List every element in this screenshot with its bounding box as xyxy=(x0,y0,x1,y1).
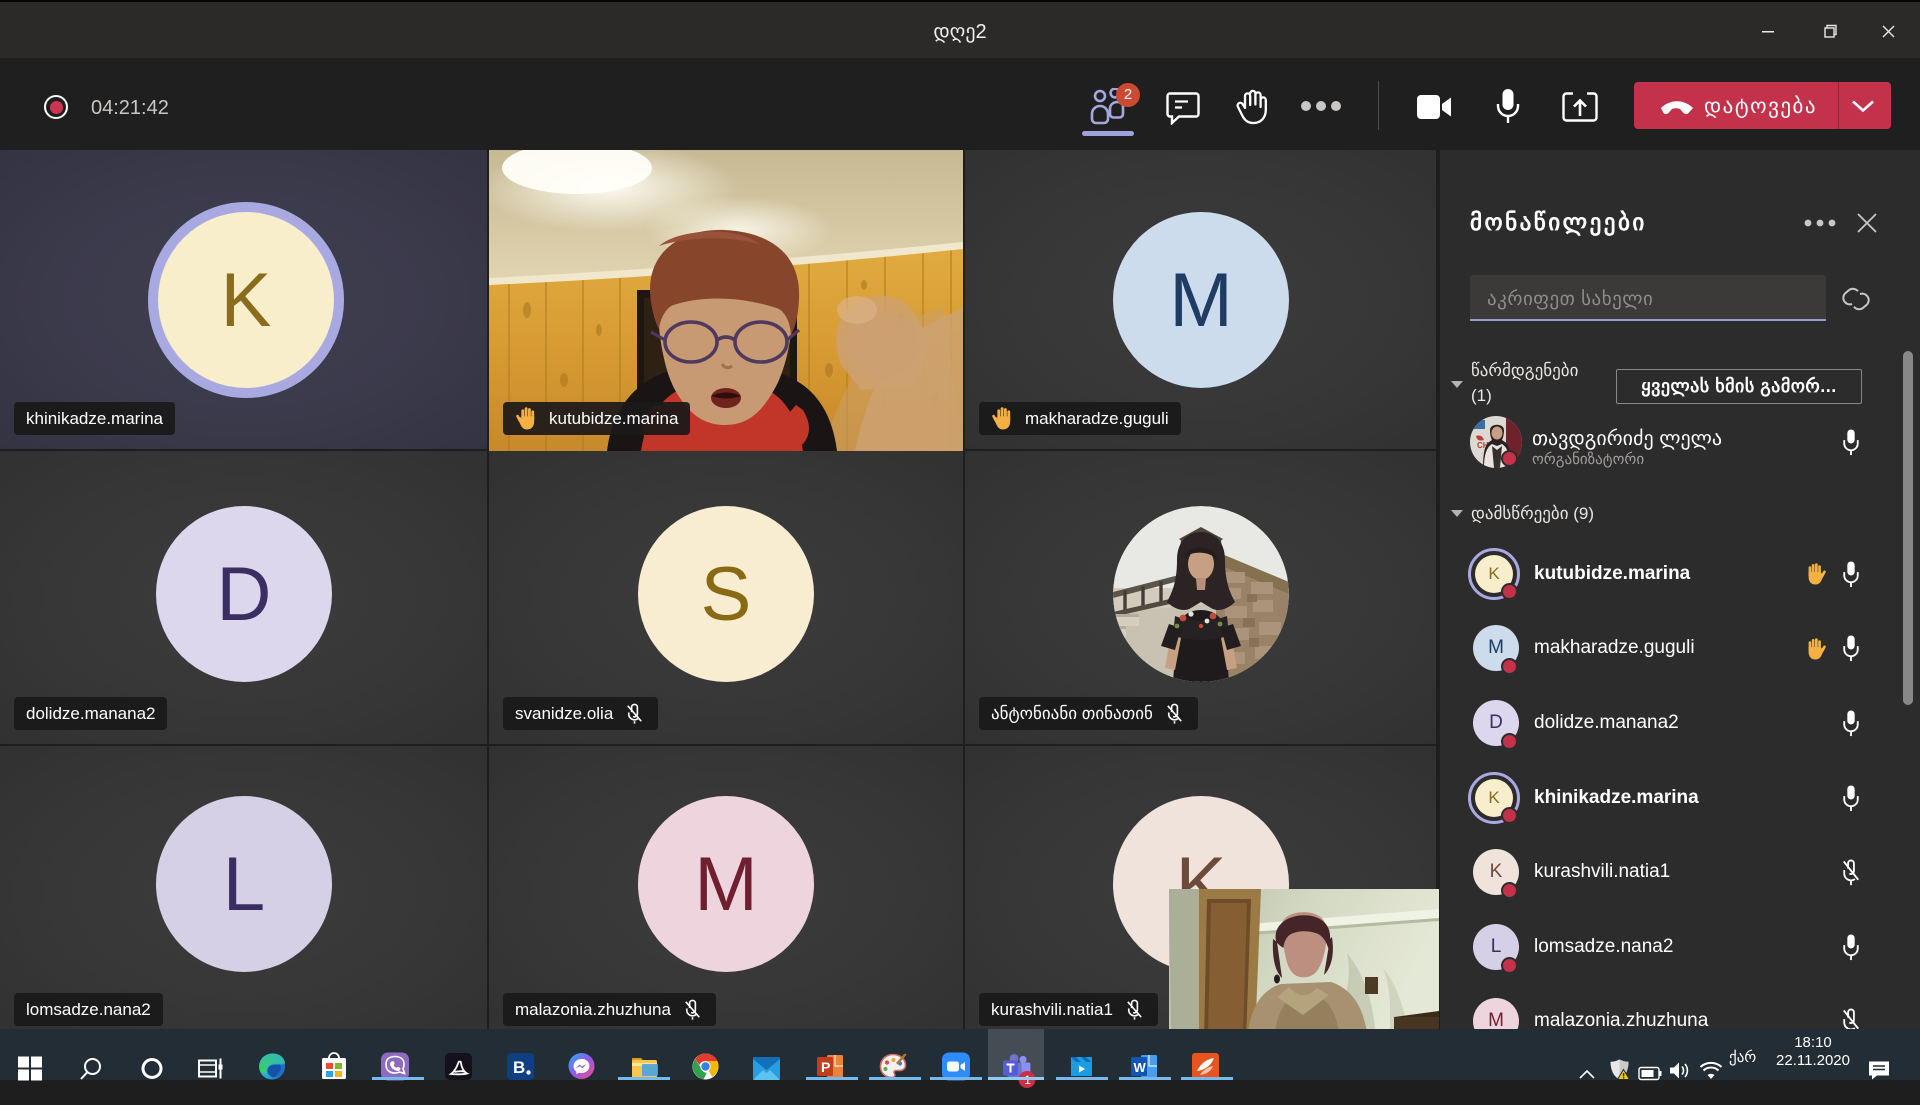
svg-text:1: 1 xyxy=(1024,1073,1031,1087)
svg-text:P: P xyxy=(821,1059,830,1075)
svg-text:B: B xyxy=(513,1058,525,1077)
svg-text:W: W xyxy=(1134,1060,1147,1075)
